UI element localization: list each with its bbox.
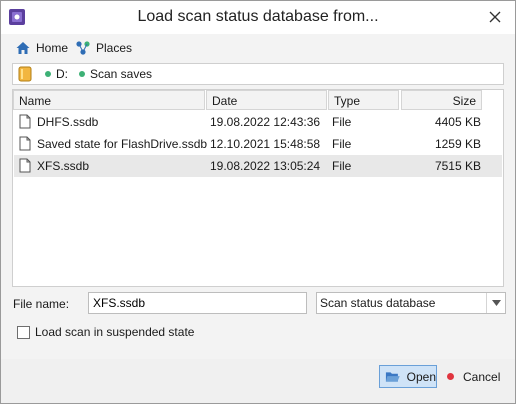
drive-icon: [18, 66, 32, 82]
crumb-drive[interactable]: D:: [45, 67, 68, 81]
cancel-label: Cancel: [463, 369, 501, 384]
file-size: 7515 KB: [434, 159, 481, 173]
toolbar: Home Places: [1, 34, 515, 60]
window-title: Load scan status database from...: [137, 8, 379, 25]
cancel-button[interactable]: Cancel: [445, 365, 509, 388]
home-label: Home: [36, 41, 69, 55]
table-row[interactable]: XFS.ssdb 19.08.2022 13:05:24 File 7515 K…: [14, 155, 502, 177]
file-date: 19.08.2022 13:05:24: [210, 159, 321, 173]
places-icon: [76, 41, 90, 55]
file-type: File: [332, 137, 352, 151]
file-name: DHFS.ssdb: [37, 115, 99, 129]
filename-input[interactable]: [88, 292, 307, 314]
filename-label: File name:: [13, 297, 70, 311]
open-folder-icon: [385, 371, 400, 382]
home-button[interactable]: Home: [15, 39, 68, 57]
title-bar: Load scan status database from...: [1, 1, 515, 34]
file-date: 12.10.2021 15:48:58: [210, 137, 321, 151]
green-dot-icon: [79, 71, 85, 77]
open-button[interactable]: Open: [379, 365, 437, 388]
form-area: File name: Scan status database Load sca…: [1, 287, 515, 359]
places-button[interactable]: Places: [75, 39, 132, 57]
crumb-drive-label: D:: [56, 67, 68, 81]
suspended-checkbox[interactable]: [17, 326, 30, 339]
file-name: Saved state for FlashDrive.ssdb: [37, 137, 208, 151]
dialog-window: Load scan status database from... Home P…: [0, 0, 516, 404]
file-icon: [19, 114, 31, 129]
suspended-checkbox-label[interactable]: Load scan in suspended state: [35, 325, 194, 339]
file-type: File: [332, 115, 352, 129]
close-icon[interactable]: [485, 7, 505, 27]
chevron-down-icon[interactable]: [486, 293, 505, 313]
file-name: XFS.ssdb: [37, 159, 90, 173]
home-icon: [16, 42, 30, 54]
filetype-select[interactable]: Scan status database: [316, 292, 506, 314]
column-header-name[interactable]: Name: [13, 90, 205, 110]
file-list: Name Date Type Size DHFS.ssdb 19.08.2022…: [12, 89, 504, 287]
crumb-folder[interactable]: Scan saves: [79, 67, 152, 81]
file-size: 4405 KB: [434, 115, 481, 129]
open-label: Open: [406, 369, 436, 384]
column-header-size[interactable]: Size: [401, 90, 482, 110]
green-dot-icon: [45, 71, 51, 77]
column-header-date[interactable]: Date: [206, 90, 327, 110]
filetype-value: Scan status database: [320, 296, 436, 310]
crumb-folder-label: Scan saves: [90, 67, 153, 81]
red-dot-icon: [447, 373, 454, 380]
dialog-footer: Open Cancel: [1, 359, 515, 403]
path-bar: D: Scan saves: [12, 63, 504, 85]
file-type: File: [332, 159, 352, 173]
table-row[interactable]: DHFS.ssdb 19.08.2022 12:43:36 File 4405 …: [14, 111, 502, 133]
table-row[interactable]: Saved state for FlashDrive.ssdb 12.10.20…: [14, 133, 502, 155]
column-header-type[interactable]: Type: [328, 90, 399, 110]
file-size: 1259 KB: [434, 137, 481, 151]
file-date: 19.08.2022 12:43:36: [210, 115, 321, 129]
places-label: Places: [96, 41, 133, 55]
file-icon: [19, 136, 31, 151]
file-icon: [19, 158, 31, 173]
